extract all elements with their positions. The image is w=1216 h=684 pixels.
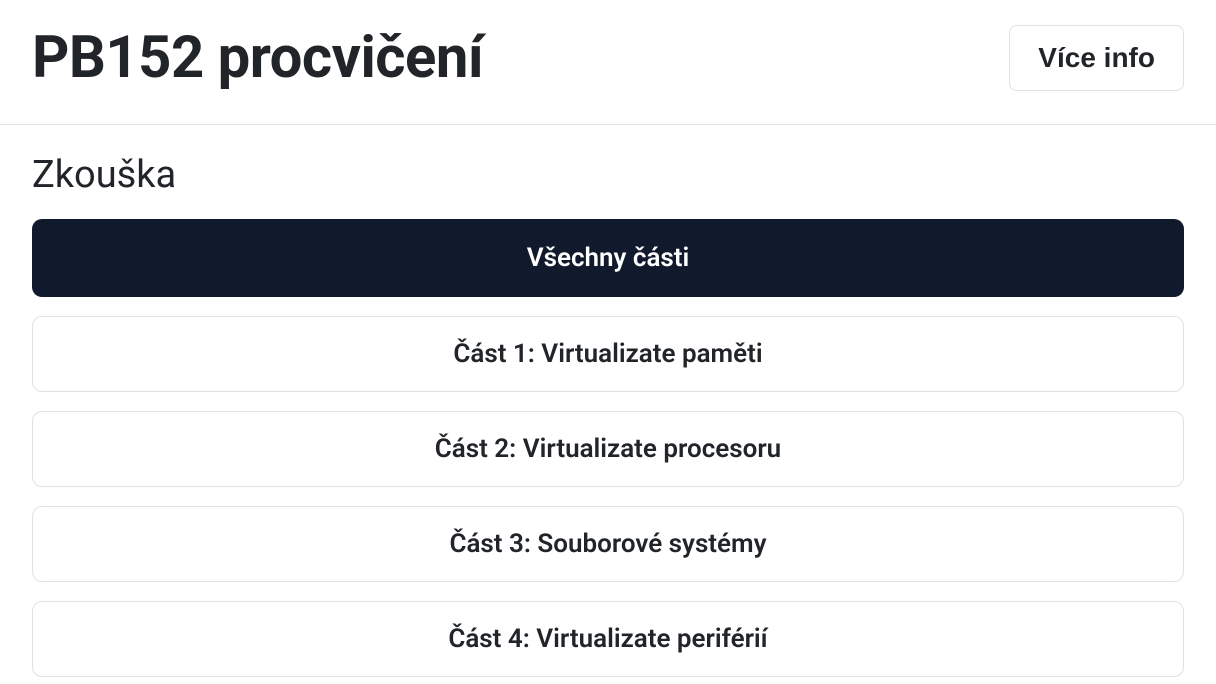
page-title: PB152 procvičení	[32, 24, 483, 92]
list-item-part-4[interactable]: Část 4: Virtualizate periférií	[32, 601, 1184, 677]
list-item-part-3[interactable]: Část 3: Souborové systémy	[32, 506, 1184, 582]
list-item-part-2[interactable]: Část 2: Virtualizate procesoru	[32, 411, 1184, 487]
parts-list: Všechny části Část 1: Virtualizate pamět…	[32, 219, 1184, 677]
list-item-part-1[interactable]: Část 1: Virtualizate paměti	[32, 316, 1184, 392]
list-item-all-parts[interactable]: Všechny části	[32, 219, 1184, 297]
header: PB152 procvičení Více info	[0, 0, 1216, 125]
section-title: Zkouška	[32, 153, 1184, 197]
more-info-button[interactable]: Více info	[1009, 25, 1184, 91]
content: Zkouška Všechny části Část 1: Virtualiza…	[0, 125, 1216, 677]
